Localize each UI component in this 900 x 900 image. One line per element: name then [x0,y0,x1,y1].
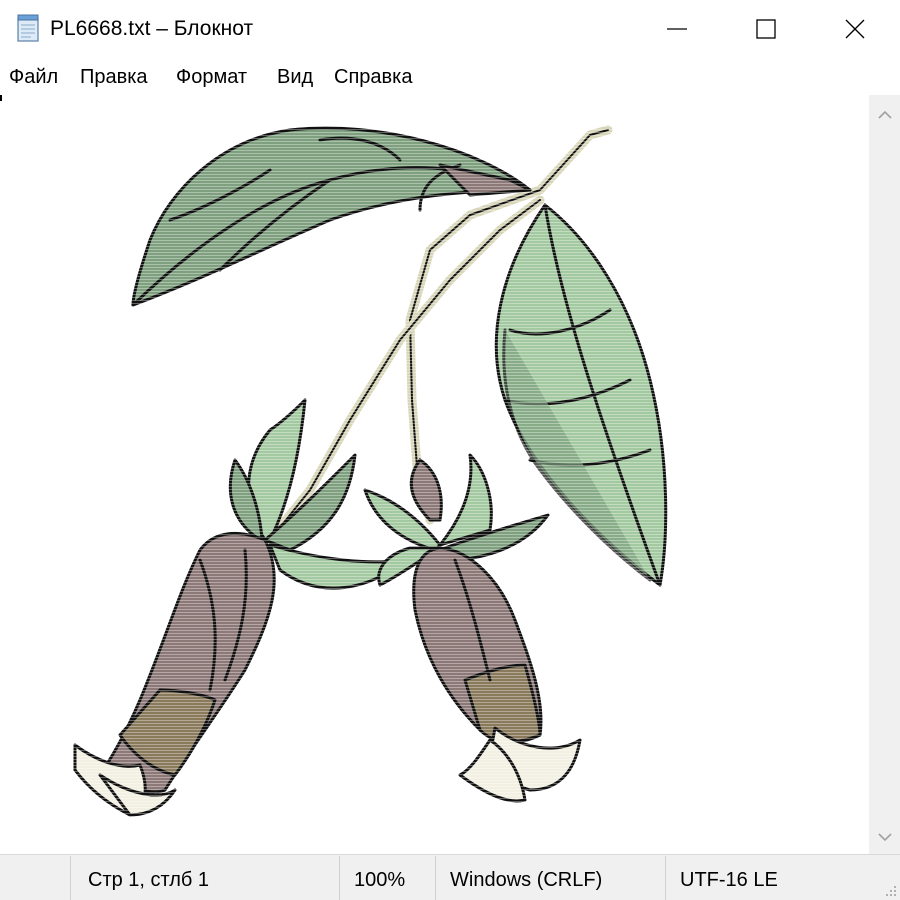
menu-view[interactable]: Вид [277,65,313,89]
minimize-button[interactable] [632,0,722,58]
ascii-art-illustration [0,95,869,854]
chevron-up-icon [877,110,892,119]
window-title: PL6668.txt – Блокнот [50,17,254,40]
resize-grip-icon[interactable] [880,880,898,898]
vertical-scrollbar[interactable] [869,95,900,854]
status-encoding: UTF-16 LE [680,869,778,891]
status-divider [70,856,71,900]
close-icon [845,19,865,39]
menu-edit[interactable]: Правка [80,65,148,89]
chevron-down-icon [877,833,892,842]
text-editor[interactable] [0,95,869,854]
status-divider [665,856,666,900]
scroll-up-button[interactable] [869,100,900,130]
scroll-down-button[interactable] [869,822,900,852]
menu-file[interactable]: Файл [9,65,58,89]
status-zoom: 100% [354,869,406,891]
status-divider [435,856,436,900]
minimize-icon [667,28,687,30]
notepad-icon [17,14,39,42]
status-cursor-position: Стр 1, стлб 1 [88,869,210,891]
status-divider [339,856,340,900]
status-line-ending: Windows (CRLF) [450,869,603,891]
maximize-icon [756,19,776,39]
maximize-button[interactable] [721,0,811,58]
text-caret [0,95,2,101]
menu-format[interactable]: Формат [176,65,247,89]
close-button[interactable] [810,0,900,58]
menu-help[interactable]: Справка [334,65,412,89]
